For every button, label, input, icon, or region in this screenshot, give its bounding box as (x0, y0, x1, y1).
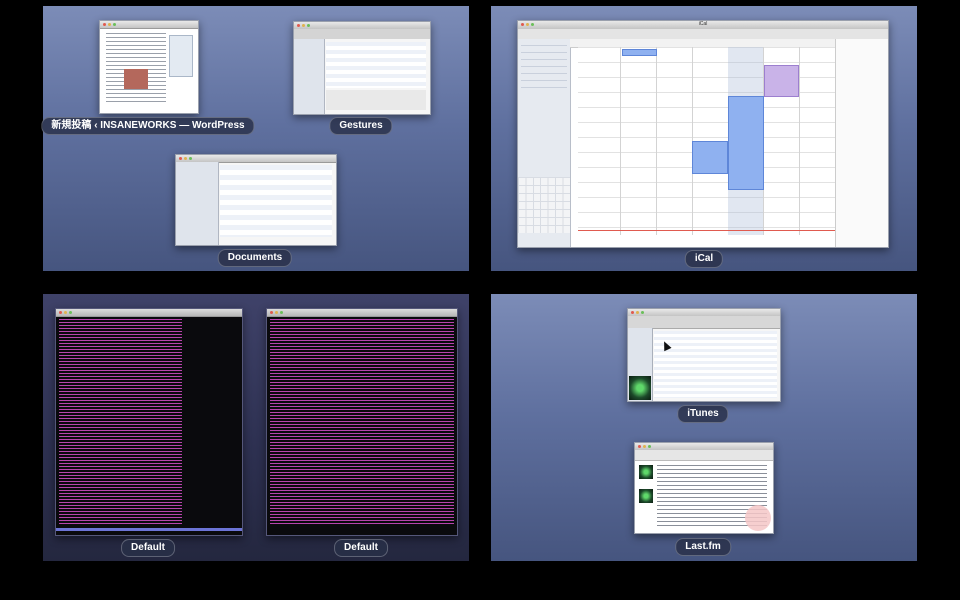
day-divider (620, 47, 621, 235)
window-ical[interactable]: iCal (517, 20, 889, 248)
file-list (220, 165, 332, 237)
calendar-event[interactable] (764, 65, 799, 97)
calendar-event[interactable] (622, 49, 657, 56)
page-content (106, 33, 166, 103)
page-image (124, 69, 148, 89)
space-bottom-left[interactable]: Default Default (43, 294, 469, 561)
window-label[interactable]: Last.fm (675, 538, 731, 556)
day-divider (656, 47, 657, 235)
window-terminal[interactable] (266, 308, 458, 536)
window-label[interactable]: 新規投稿 ‹ INSANEWORKS — WordPress (41, 117, 255, 135)
terminal-output (59, 319, 182, 525)
window-titlebar (100, 21, 198, 29)
window-label[interactable]: iTunes (677, 405, 729, 423)
window-documents[interactable] (175, 154, 337, 246)
calendar-event[interactable] (728, 96, 764, 190)
window-lastfm[interactable] (634, 442, 774, 534)
calendar-list (521, 45, 567, 89)
window-title: iCal (698, 21, 708, 27)
album-artwork (639, 489, 653, 503)
window-itunes[interactable] (627, 308, 781, 402)
window-label[interactable]: iCal (684, 250, 724, 268)
calendar-event[interactable] (692, 141, 728, 174)
album-artwork (639, 465, 653, 479)
lastfm-logo-icon (745, 505, 771, 531)
file-list (326, 42, 426, 88)
day-divider (799, 47, 800, 235)
preview-panel (326, 90, 426, 110)
window-titlebar (267, 309, 457, 317)
terminal-status-bar (56, 528, 242, 531)
sidebar (294, 39, 325, 114)
space-bottom-right[interactable]: iTunes Last.fm (491, 294, 917, 561)
window-label[interactable]: Default (121, 539, 175, 557)
window-label[interactable]: Default (334, 539, 388, 557)
window-label[interactable]: Gestures (329, 117, 393, 135)
sidebar-panel (169, 35, 193, 77)
window-titlebar (56, 309, 242, 317)
window-gestures[interactable] (293, 21, 431, 115)
space-top-right[interactable]: iCal iCal (491, 6, 917, 271)
mini-month (518, 177, 570, 233)
album-artwork (629, 376, 651, 400)
terminal-output (270, 319, 454, 525)
current-time-line (578, 230, 836, 231)
sidebar (176, 162, 219, 245)
song-list (654, 331, 777, 398)
toolbar (635, 450, 773, 461)
calendar-sidebar (518, 39, 571, 247)
window-terminal[interactable] (55, 308, 243, 536)
window-label[interactable]: Documents (217, 249, 293, 267)
toolbar (294, 29, 430, 39)
detail-panel (835, 39, 888, 247)
window-wordpress[interactable] (99, 20, 199, 114)
space-top-left[interactable]: 新規投稿 ‹ INSANEWORKS — WordPress Gestures … (41, 6, 469, 271)
